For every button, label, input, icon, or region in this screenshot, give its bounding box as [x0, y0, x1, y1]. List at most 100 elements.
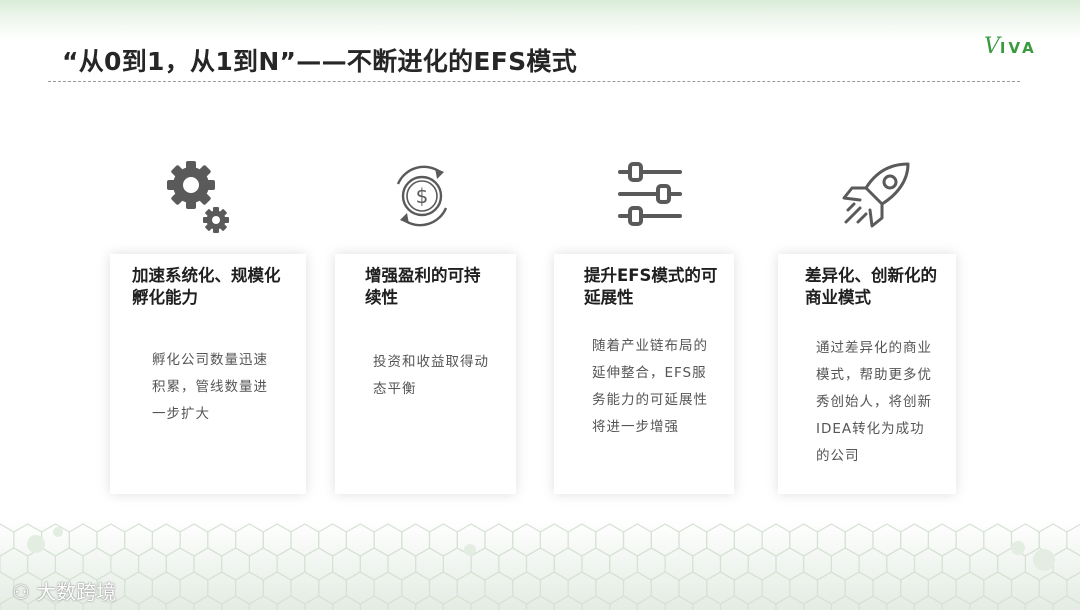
hexagon-shape [553, 547, 583, 581]
hexagon-shape [235, 571, 264, 605]
hexagon-shape [636, 547, 666, 581]
title-divider [48, 81, 1020, 82]
hexagon-shape [789, 571, 819, 605]
svg-text:$: $ [416, 184, 429, 208]
rocket-icon [842, 162, 910, 228]
hexagon-shape [664, 595, 694, 610]
hexagon-shape [401, 571, 431, 605]
hexagon-shape [719, 547, 749, 581]
hexagon-shape [803, 547, 833, 581]
hexagon-shape [498, 547, 528, 581]
hexagon-shape [235, 523, 264, 557]
hexagon-shape [96, 523, 126, 557]
hexagon-shape [955, 523, 985, 557]
hexagon-shape [498, 595, 528, 610]
hexagon-shape [179, 523, 209, 557]
hexagon-shape [761, 523, 791, 557]
hexagon-shape [816, 523, 846, 557]
hexagon-shape [428, 571, 458, 605]
hexagon-shape [0, 523, 15, 557]
logo-v: V [984, 34, 1000, 59]
hexagon-shape [803, 595, 833, 610]
hexagon-shape [581, 595, 611, 610]
hexagon-shape [124, 523, 153, 557]
hexagon-shape [456, 571, 486, 605]
hexagon-shape [622, 571, 652, 605]
hexagon-shape [248, 547, 278, 581]
hexagon-shape [872, 523, 902, 557]
hexagon-shape [276, 547, 306, 581]
hexagon-shape [678, 523, 708, 557]
hexagon-shape [844, 571, 874, 605]
card-business-model: 差异化、创新化的商业模式 通过差异化的商业模式，帮助更多优秀创始人，将创新IDE… [778, 254, 956, 494]
hexagon-shape [1052, 595, 1080, 610]
hexagon-shape [872, 571, 902, 605]
hexagon-shape [719, 595, 749, 610]
hexagon-shape [775, 595, 805, 610]
hexagon-shape [830, 595, 860, 610]
hexagon-shape [941, 595, 971, 610]
hexagon-shape [692, 547, 722, 581]
hexagon-shape [567, 571, 597, 605]
hexagon-shape [636, 595, 666, 610]
hexagon-shape [539, 571, 569, 605]
card-body: 投资和收益取得动态平衡 [373, 354, 489, 397]
hexagon-shape [359, 547, 389, 581]
hexagon-shape [581, 547, 611, 581]
hexagon-shape [151, 523, 181, 557]
hexagon-shape [68, 523, 98, 557]
hexagon-shape [318, 571, 347, 605]
hexagon-shape [539, 523, 569, 557]
card-body: 孵化公司数量迅速积累，管线数量进一步扩大 [152, 352, 268, 422]
hexagon-shape [609, 547, 639, 581]
hexagon-shape [595, 571, 625, 605]
card-profitability: 增强盈利的可持续性 投资和收益取得动态平衡 [335, 254, 516, 494]
hexagon-shape [179, 571, 209, 605]
card-title: 加速系统化、规模化孵化能力 [132, 266, 281, 307]
hexagon-shape [983, 571, 1013, 605]
hexagon-shape [290, 571, 320, 605]
hexagon-shape [373, 571, 403, 605]
hexagon-shape [678, 571, 708, 605]
hexagon-shape [318, 523, 347, 557]
hexagon-shape [248, 595, 278, 610]
hexagon-shape [927, 523, 957, 557]
hexagon-shape [428, 523, 458, 557]
slide-title: “从0到1，从1到N”——不断进化的EFS模式 [62, 47, 578, 76]
gears-icon [167, 161, 229, 233]
hexagon-shape [512, 571, 542, 605]
hexagon-shape [512, 523, 542, 557]
hexagon-shape [997, 595, 1027, 610]
hexagon-shape [193, 547, 223, 581]
card-body: 随着产业链布局的延伸整合，EFS服务能力的可延展性将进一步增强 [592, 338, 708, 435]
hexagon-shape [775, 547, 805, 581]
hexagon-shape [165, 595, 195, 610]
hexagon-shape [941, 547, 971, 581]
card-incubation: 加速系统化、规模化孵化能力 孵化公司数量迅速积累，管线数量进一步扩大 [110, 254, 306, 494]
logo-text: IVA [999, 39, 1037, 57]
hexagon-shape [262, 571, 292, 605]
hexagon-shape [830, 547, 860, 581]
hexagon-shape [733, 571, 763, 605]
hexagon-shape [567, 523, 597, 557]
hexagon-shape [706, 571, 736, 605]
hexagon-shape [595, 523, 625, 557]
hexagon-shape [484, 523, 514, 557]
hexagon-shape [442, 595, 472, 610]
sliders-icon [618, 162, 682, 226]
hexagon-shape [138, 547, 167, 581]
hexagon-shape [484, 571, 514, 605]
hexagon-shape [858, 547, 888, 581]
hexagon-shape [747, 595, 777, 610]
hexagon-shape [553, 595, 583, 610]
card-body: 通过差异化的商业模式，帮助更多优秀创始人，将创新IDEA转化为成功的公司 [816, 340, 932, 464]
hexagon-shape [415, 547, 444, 581]
hexagon-shape [304, 547, 334, 581]
hexagon-shape [900, 571, 930, 605]
hexagon-shape [650, 571, 680, 605]
hexagon-shape [747, 547, 777, 581]
card-title: 增强盈利的可持续性 [365, 266, 481, 307]
hexagon-shape [733, 523, 763, 557]
hexagon-shape [387, 547, 417, 581]
viva-logo: VIVA [984, 34, 1037, 59]
